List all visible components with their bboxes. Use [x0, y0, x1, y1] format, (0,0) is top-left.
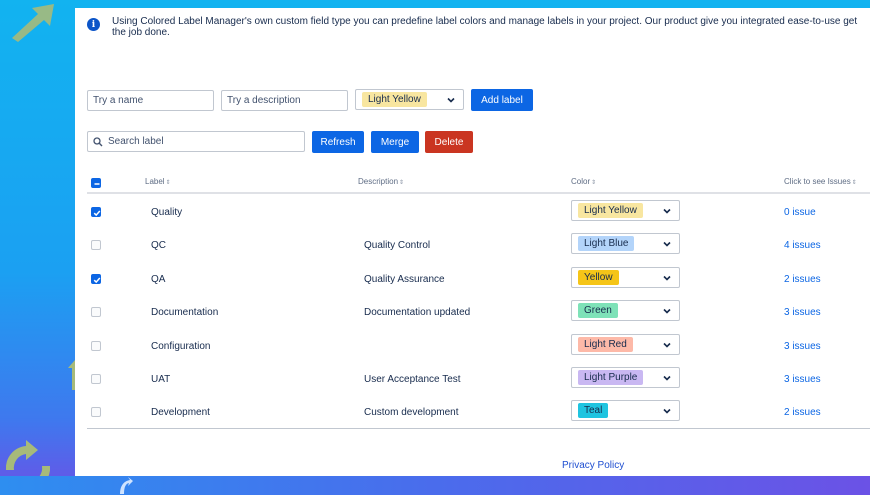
info-text: Using Colored Label Manager's own custom…	[112, 16, 858, 38]
label-name: Documentation	[151, 307, 219, 319]
label-manager-panel: i Using Colored Label Manager's own cust…	[75, 8, 870, 476]
color-chip: Light Purple	[578, 370, 644, 385]
table-row: UAT User Acceptance Test Light Purple 3 iss…	[75, 363, 870, 396]
chevron-down-icon	[663, 409, 671, 415]
label-color-select[interactable]: Light Yellow	[571, 200, 680, 221]
label-color-select[interactable]: Light Blue	[571, 233, 680, 255]
label-color-select[interactable]: Light Purple	[571, 367, 680, 388]
row-checkbox[interactable]	[91, 240, 101, 251]
chevron-down-icon	[663, 275, 671, 281]
checkmark-icon	[93, 210, 101, 217]
issues-link[interactable]: 2 issues	[784, 274, 821, 285]
merge-button[interactable]: Merge	[371, 131, 419, 153]
label-name: Configuration	[151, 340, 211, 352]
color-chip: Light Red	[578, 336, 633, 352]
row-checkbox[interactable]	[91, 407, 101, 418]
chevron-down-icon	[663, 375, 671, 381]
privacy-policy-link[interactable]: Privacy Policy	[562, 460, 624, 471]
row-checkbox[interactable]	[91, 340, 101, 351]
issues-link[interactable]: 3 issues	[784, 307, 821, 318]
label-color-select[interactable]: Teal	[571, 400, 680, 422]
label-description: Documentation updated	[364, 307, 471, 319]
table-row: QC Quality Control Light Blue 4 issues	[75, 229, 870, 262]
checkmark-icon	[93, 277, 101, 283]
label-name-input[interactable]	[87, 90, 214, 111]
row-checkbox[interactable]	[91, 207, 101, 217]
table-row: Quality Light Yellow 0 issue	[75, 196, 870, 229]
chevron-down-icon	[663, 342, 671, 348]
column-header-color[interactable]: Color⇕	[571, 177, 596, 186]
arrow-icon	[12, 4, 54, 42]
label-color-select[interactable]: Yellow	[571, 266, 680, 288]
chevron-down-icon	[663, 208, 671, 214]
label-color-select[interactable]: Light Red	[571, 333, 680, 355]
label-name: Development	[151, 407, 210, 419]
column-header-issues[interactable]: Click to see Issues⇕	[784, 177, 857, 186]
issues-link[interactable]: 4 issues	[784, 240, 821, 251]
chevron-down-icon	[663, 309, 671, 314]
table-header: Label⇕ Description⇕ Color⇕ Click to see …	[87, 174, 870, 194]
label-description: Custom development	[364, 407, 459, 419]
new-label-color-select[interactable]: Light Yellow	[355, 89, 464, 110]
row-checkbox[interactable]	[91, 273, 101, 284]
color-chip: Teal	[578, 403, 609, 419]
issues-link[interactable]: 3 issues	[784, 374, 821, 385]
label-color-select[interactable]: Green	[571, 300, 680, 322]
label-description-input[interactable]	[221, 90, 348, 111]
label-name: QC	[151, 240, 166, 252]
table-row: Configuration Light Red 3 issues	[75, 330, 870, 363]
sort-icon: ⇕	[399, 180, 405, 186]
issues-link[interactable]: 0 issue	[784, 207, 816, 218]
refresh-button[interactable]: Refresh	[312, 131, 364, 153]
table-row: Development Custom development Teal 2 issue…	[75, 396, 870, 429]
label-description: User Acceptance Test	[364, 374, 461, 385]
chevron-down-icon	[447, 97, 455, 103]
indeterminate-icon	[94, 183, 100, 185]
column-header-description[interactable]: Description⇕	[358, 177, 404, 186]
table-row: Documentation Documentation updated Green 3…	[75, 296, 870, 329]
row-checkbox[interactable]	[91, 374, 101, 384]
sort-icon: ⇕	[591, 180, 597, 186]
chevron-down-icon	[663, 242, 671, 248]
add-label-button[interactable]: Add label	[471, 89, 533, 111]
color-chip: Light Yellow	[578, 203, 643, 218]
info-icon: i	[87, 18, 100, 31]
info-banner: i Using Colored Label Manager's own cust…	[87, 16, 870, 38]
issues-link[interactable]: 2 issues	[784, 407, 821, 418]
color-chip: Light Blue	[578, 236, 635, 252]
color-chip: Yellow	[578, 269, 619, 285]
select-all-checkbox[interactable]	[91, 178, 101, 188]
delete-button[interactable]: Delete	[425, 131, 473, 153]
table-row: QA Quality Assurance Yellow 2 issues	[75, 263, 870, 296]
label-description: Quality Assurance	[364, 273, 445, 285]
sort-icon: ⇕	[165, 180, 171, 186]
column-header-label[interactable]: Label⇕	[145, 177, 171, 186]
color-chip: Light Yellow	[362, 92, 427, 107]
issues-link[interactable]: 3 issues	[784, 341, 821, 352]
arrow-icon	[120, 477, 133, 494]
label-name: Quality	[151, 207, 183, 218]
search-label-input[interactable]	[108, 136, 298, 147]
search-label-box[interactable]	[87, 131, 305, 152]
label-name: UAT	[151, 374, 171, 385]
search-icon	[93, 136, 103, 146]
label-description: Quality Control	[364, 240, 431, 252]
label-name: QA	[151, 273, 166, 285]
sort-icon: ⇕	[851, 180, 857, 186]
table-divider	[87, 428, 870, 429]
color-chip: Green	[578, 303, 618, 319]
row-checkbox[interactable]	[91, 307, 101, 318]
